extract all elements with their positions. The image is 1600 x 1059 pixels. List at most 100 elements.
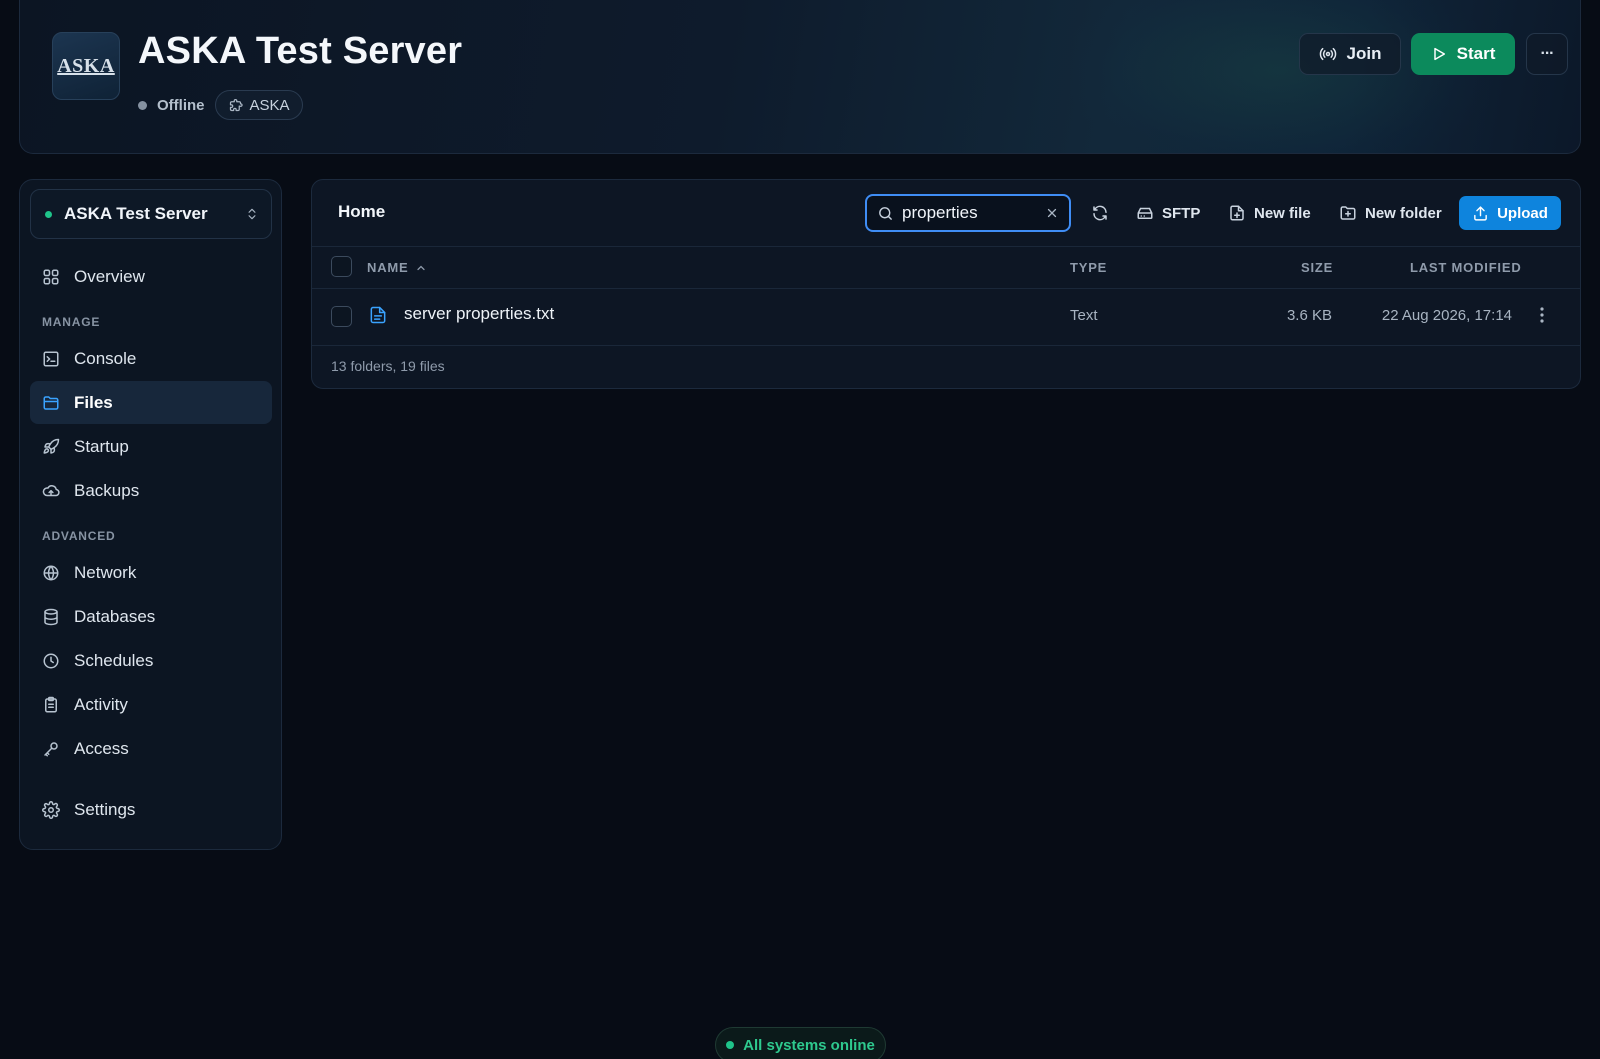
clipboard-list-icon [42,696,60,714]
sftp-button[interactable]: SFTP [1136,196,1200,230]
chevron-up-down-icon [245,206,259,222]
sidebar-item-schedules[interactable]: Schedules [30,639,272,682]
file-name[interactable]: server properties.txt [404,304,554,324]
status-dot-icon [138,100,147,110]
globe-icon [42,564,60,582]
file-type: Text [1070,307,1098,324]
game-tag[interactable]: ASKA [214,90,303,120]
sidebar-item-console[interactable]: Console [30,337,272,380]
upload-button[interactable]: Upload [1459,196,1561,230]
rocket-icon [42,438,60,456]
sidebar-item-label: Activity [74,694,128,714]
system-status-label: All systems online [743,1036,875,1054]
new-file-label: New file [1254,204,1311,222]
search-field[interactable] [865,194,1071,232]
terminal-icon [42,350,60,368]
header-glow [1070,0,1490,153]
grid-icon [42,268,60,286]
sidebar-item-label: Settings [74,799,136,819]
select-all-checkbox[interactable] [331,256,352,277]
sidebar-item-backups[interactable]: Backups [30,469,272,512]
page-title: ASKA Test Server [138,30,463,72]
file-plus-icon [1228,204,1246,222]
sidebar-item-label: Schedules [74,650,154,670]
name-column-label: NAME [367,260,409,275]
sort-asc-icon [415,262,427,274]
status-text: Offline [157,96,205,114]
modified-column-header[interactable]: LAST MODIFIED [1410,260,1522,275]
row-menu-icon[interactable] [1539,306,1545,324]
server-header: ASKA ASKA Test Server Offline ASKA Join … [19,0,1581,154]
puzzle-icon [228,98,243,113]
broadcast-icon [1319,45,1337,63]
breadcrumb-home[interactable]: Home [338,202,385,222]
server-logo: ASKA [52,32,120,100]
sidebar-item-label: Overview [74,266,145,286]
sidebar-item-access[interactable]: Access [30,727,272,770]
status-online-icon [726,1041,735,1049]
sidebar: ASKA Test Server Overview MANAGE Console… [19,179,282,850]
row-checkbox[interactable] [331,306,352,327]
sidebar-item-label: Access [74,738,129,758]
file-modified: 22 Aug 2026, 17:14 [1381,307,1512,324]
more-icon: ··· [1540,45,1555,62]
clear-search-icon[interactable] [1045,206,1059,220]
folder-plus-icon [1339,204,1357,222]
sidebar-item-network[interactable]: Network [30,551,272,594]
sidebar-item-label: Files [74,392,113,412]
join-label: Join [1346,44,1382,63]
name-column-header[interactable]: NAME [367,260,427,275]
sidebar-item-databases[interactable]: Databases [30,595,272,638]
sidebar-item-startup[interactable]: Startup [30,425,272,468]
clock-icon [42,652,60,670]
refresh-button[interactable] [1091,196,1109,230]
logo-text: ASKA [57,54,115,77]
row-divider [312,345,1580,346]
sidebar-item-label: Databases [74,606,156,626]
folder-icon [42,394,60,412]
server-selector[interactable]: ASKA Test Server [30,189,272,239]
status-row: Offline ASKA [138,90,303,120]
sidebar-item-overview[interactable]: Overview [30,255,272,298]
sidebar-item-label: Network [74,562,137,582]
start-label: Start [1456,44,1496,63]
toolbar-divider [312,246,1580,247]
sftp-label: SFTP [1162,204,1201,222]
online-dot-icon [45,210,52,218]
file-text-icon [368,304,388,326]
file-manager-panel: Home SFTP New file New folder [311,179,1581,389]
server-selector-label: ASKA Test Server [64,204,208,223]
new-folder-label: New folder [1365,204,1442,222]
file-summary: 13 folders, 19 files [331,358,445,374]
new-file-button[interactable]: New file [1228,196,1311,230]
file-size: 3.6 KB [1286,307,1332,324]
cloud-upload-icon [42,482,60,500]
sidebar-item-settings[interactable]: Settings [30,788,272,831]
sidebar-item-label: Backups [74,480,140,500]
search-icon [877,205,894,222]
sidebar-item-activity[interactable]: Activity [30,683,272,726]
more-options-button[interactable]: ··· [1526,33,1568,75]
game-tag-label: ASKA [249,96,290,114]
hard-drive-icon [1136,204,1154,222]
gear-icon [42,800,60,819]
sidebar-item-label: Console [74,348,137,368]
header-divider [312,288,1580,289]
start-button[interactable]: Start [1411,33,1515,75]
sidebar-item-label: Startup [74,436,129,456]
upload-icon [1472,205,1489,222]
play-icon [1431,46,1447,62]
type-column-header[interactable]: TYPE [1070,260,1107,275]
new-folder-button[interactable]: New folder [1339,196,1442,230]
key-icon [42,740,60,758]
join-button[interactable]: Join [1299,33,1401,75]
size-column-header[interactable]: SIZE [1301,260,1333,275]
sidebar-item-files[interactable]: Files [30,381,272,424]
upload-label: Upload [1497,204,1548,222]
manage-section-label: MANAGE [42,315,101,329]
refresh-icon [1091,204,1109,222]
search-input[interactable] [902,203,1045,223]
system-status-badge[interactable]: All systems online [715,1027,886,1059]
database-icon [42,608,60,626]
advanced-section-label: ADVANCED [42,529,116,543]
